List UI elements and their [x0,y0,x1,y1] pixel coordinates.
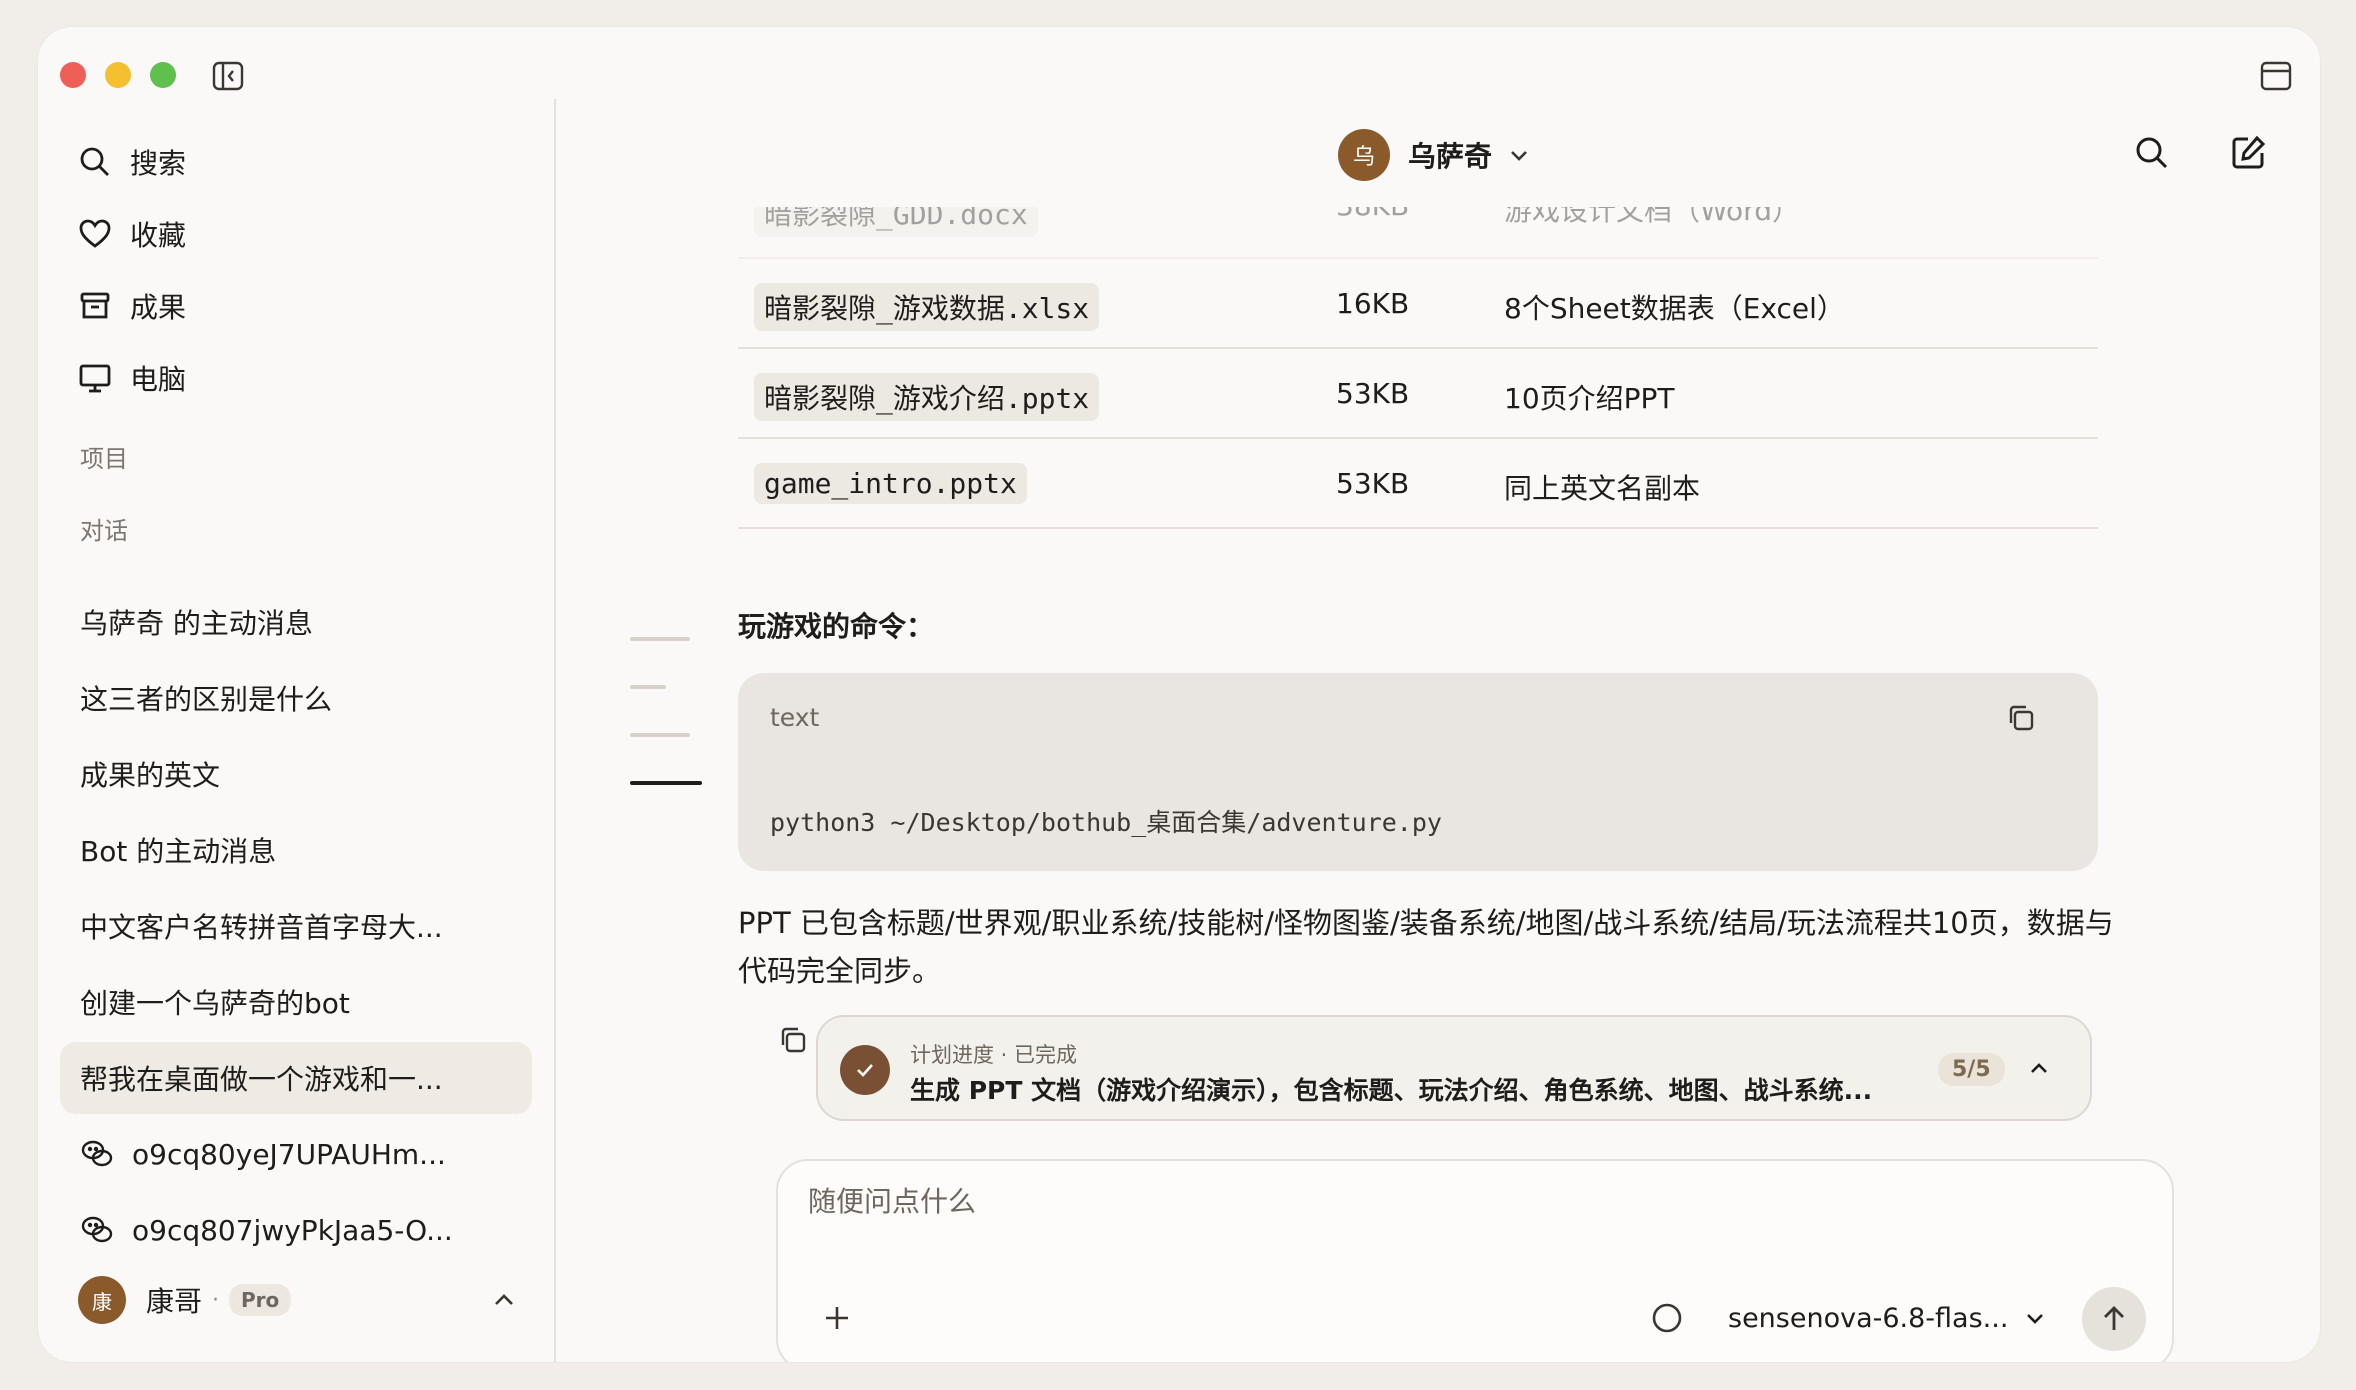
conversation-label: 创建一个乌萨奇的bot [80,987,350,1020]
file-name: 暗影裂隙_GDD.docx [754,207,1038,237]
user-name: 康哥 [146,1285,203,1318]
sidebar-item-favorites[interactable]: 收藏 [78,209,186,259]
conversation-label: o9cq807jwyPkJaa5-O... [132,1213,453,1247]
code-text: python3 ~/Desktop/bothub_桌面合集/adventure.… [770,808,1442,837]
sidebar-item-label: 电脑 [130,363,187,396]
copy-icon[interactable] [2006,703,2036,733]
file-size: 53KB [1336,377,1410,410]
file-desc: 游戏设计文档（Word） [1504,207,1800,227]
archive-icon [80,292,110,319]
conversation-label: Bot 的主动消息 [80,835,277,868]
plan-progress-card[interactable]: 计划进度 · 已完成 生成 PPT 文档（游戏介绍演示），包含标题、玩法介绍、角… [816,1015,2092,1121]
scroll-marker[interactable] [630,685,666,689]
sidebar-item-computer[interactable]: 电脑 [78,353,186,403]
file-desc: 10页介绍PPT [1504,382,1675,415]
conversation-label: 乌萨奇 的主动消息 [80,607,313,640]
file-size: 53KB [1336,467,1410,500]
conversation-item[interactable]: 成果的英文 [60,738,532,810]
sidebar-item-label: 收藏 [130,219,187,252]
composer: sensenova-6.8-flas... [776,1159,2174,1362]
circle-toggle-icon[interactable] [1650,1301,1684,1335]
file-desc: 8个Sheet数据表（Excel） [1504,292,1845,325]
sidebar: 搜索 收藏 成果 电脑 项目 对话 乌萨奇 的主动消息 这三者的区别是什么 成果… [38,27,554,1362]
chevron-up-icon[interactable] [490,1286,518,1314]
scroll-marker[interactable] [630,733,690,737]
sidebar-item-label: 成果 [130,291,187,324]
conversation-label: 帮我在桌面做一个游戏和一... [80,1063,443,1096]
projects-section-label: 项目 [80,445,128,473]
check-circle-icon [840,1045,890,1095]
conversation-item[interactable]: 这三者的区别是什么 [60,662,532,734]
new-chat-icon[interactable] [2228,133,2268,173]
sidebar-item-outputs[interactable]: 成果 [78,281,186,331]
window-layout-icon[interactable] [2260,61,2292,91]
separator-dot: · [212,1287,220,1313]
conversation-item[interactable]: 中文客户名转拼音首字母大... [60,890,532,962]
conversation-item[interactable]: 创建一个乌萨奇的bot [60,966,532,1038]
plan-badge: Pro [229,1284,292,1316]
table-row: 暗影裂隙_游戏数据.xlsx 16KB 8个Sheet数据表（Excel） [738,259,2098,349]
file-size: 16KB [1336,287,1410,320]
conversation-label: 这三者的区别是什么 [80,683,333,716]
model-name: sensenova-6.8-flas... [1728,1302,2009,1334]
scroll-marker[interactable] [630,637,690,641]
user-profile[interactable]: 康 康哥 · Pro [78,1272,518,1328]
code-language: text [770,703,820,732]
code-block: text python3 ~/Desktop/bothub_桌面合集/adven… [738,673,2098,871]
copy-icon[interactable] [778,1025,808,1055]
wechat-icon [81,1216,113,1243]
bot-avatar: 乌 [1338,129,1390,181]
conversation-label: o9cq80yeJ7UPAUHm... [132,1137,446,1171]
conversation-item[interactable]: Bot 的主动消息 [60,814,532,886]
conversations-section-label: 对话 [80,517,128,545]
message-input[interactable] [808,1185,2108,1218]
wechat-icon [81,1140,113,1167]
sidebar-item-search[interactable]: 搜索 [78,137,186,187]
file-name: 暗影裂隙_游戏数据.xlsx [754,283,1100,331]
command-heading: 玩游戏的命令： [738,610,935,643]
file-name: 暗影裂隙_游戏介绍.pptx [754,373,1100,421]
bot-selector[interactable]: 乌 乌萨奇 [1338,127,1532,183]
scroll-marker-active[interactable] [630,781,702,785]
search-icon[interactable] [2132,133,2172,173]
message-paragraph: PPT 已包含标题/世界观/职业系统/技能树/怪物图鉴/装备系统/地图/战斗系统… [738,906,2114,988]
heart-icon [79,219,111,248]
search-icon [80,147,109,176]
sidebar-item-label: 搜索 [130,147,187,180]
conversation-label: 中文客户名转拼音首字母大... [80,911,443,944]
sidebar-divider [554,99,556,1362]
table-row: 暗影裂隙_GDD.docx 38KB 游戏设计文档（Word） [738,207,2098,259]
send-button[interactable] [2082,1287,2146,1351]
plan-title: 生成 PPT 文档（游戏介绍演示），包含标题、玩法介绍、角色系统、地图、战斗系统… [910,1076,1873,1105]
plan-status: 计划进度 · 已完成 [910,1043,1078,1067]
conversation-item[interactable]: 乌萨奇 的主动消息 [60,586,532,658]
conversation-item[interactable]: o9cq80yeJ7UPAUHm... [60,1118,532,1190]
plan-count-badge: 5/5 [1938,1053,2005,1086]
chevron-down-icon [1511,151,1527,161]
avatar: 康 [78,1276,126,1324]
chevron-up-icon[interactable] [2026,1055,2052,1081]
bot-name: 乌萨奇 [1408,140,1493,173]
conversation-item-active[interactable]: 帮我在桌面做一个游戏和一... [60,1042,532,1114]
monitor-icon [79,364,111,393]
chevron-down-icon [2027,1314,2044,1324]
file-name: game_intro.pptx [754,463,1027,504]
file-desc: 同上英文名副本 [1504,472,1701,505]
table-row: game_intro.pptx 53KB 同上英文名副本 [738,439,2098,529]
arrow-up-icon [2104,1306,2124,1330]
app-window: 搜索 收藏 成果 电脑 项目 对话 乌萨奇 的主动消息 这三者的区别是什么 成果… [38,27,2320,1362]
conversation-label: 成果的英文 [80,759,221,792]
file-table: 暗影裂隙_GDD.docx 38KB 游戏设计文档（Word） 暗影裂隙_游戏数… [738,207,2098,529]
file-size: 38KB [1336,207,1409,222]
model-selector[interactable]: sensenova-6.8-flas... [1728,1295,2048,1341]
plus-icon[interactable] [820,1301,854,1335]
conversation-item[interactable]: o9cq807jwyPkJaa5-O... [60,1194,532,1266]
table-row: 暗影裂隙_游戏介绍.pptx 53KB 10页介绍PPT [738,349,2098,439]
